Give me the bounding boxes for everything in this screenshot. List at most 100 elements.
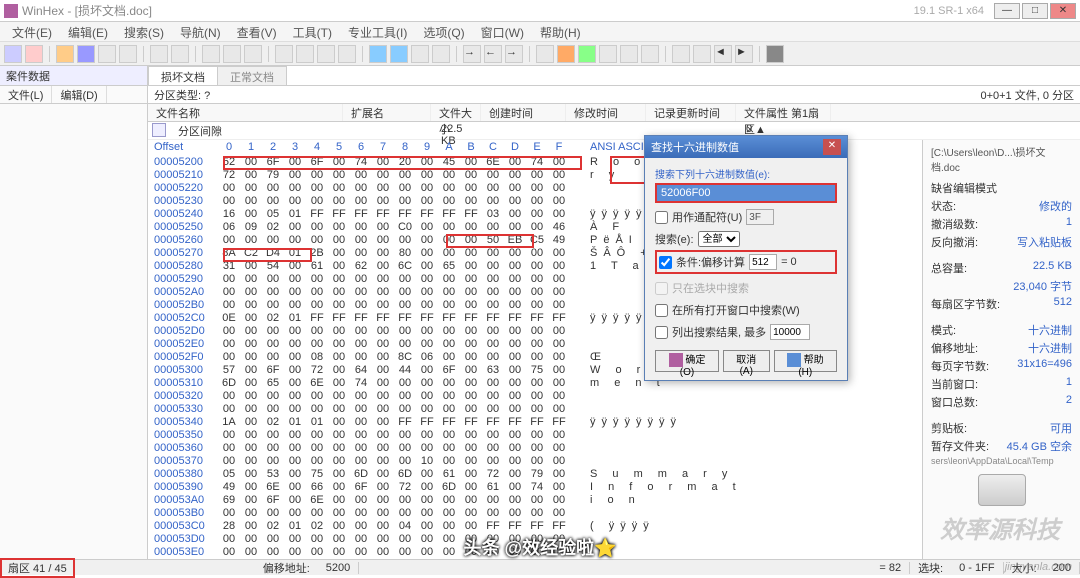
wildcard-checkbox[interactable]: [655, 211, 668, 224]
wildcard-value[interactable]: [746, 209, 774, 225]
info-bpp: 31x16=496: [1017, 358, 1072, 374]
col-name[interactable]: 文件名称: [148, 104, 343, 121]
tool-icon[interactable]: [693, 45, 711, 63]
tool-icon[interactable]: [296, 45, 314, 63]
menu-tools[interactable]: 工具(T): [285, 22, 340, 41]
search-icon[interactable]: [641, 45, 659, 63]
tool-icon[interactable]: [411, 45, 429, 63]
saveas-icon[interactable]: [98, 45, 116, 63]
tab-normal[interactable]: 正常文档: [217, 66, 287, 85]
info-panel: [C:\Users\leon\D...\损坏文档.doc 缺省编辑模式 状态:修…: [922, 140, 1080, 559]
hex-row[interactable]: 000053C0280002010200000004000000FFFFFFFF…: [148, 520, 807, 533]
cancel-button[interactable]: 取消(A): [723, 350, 770, 372]
selection-only-checkbox[interactable]: [655, 282, 668, 295]
gear-icon[interactable]: [599, 45, 617, 63]
tool-icon[interactable]: [171, 45, 189, 63]
search-scope-select[interactable]: 全部: [698, 231, 740, 247]
find-icon[interactable]: [369, 45, 387, 63]
fwd-icon[interactable]: →: [505, 45, 523, 63]
cut-icon[interactable]: [244, 45, 262, 63]
tool-icon[interactable]: [25, 45, 43, 63]
col-modified[interactable]: 修改时间: [566, 104, 646, 121]
hex-row[interactable]: 0000537000000000000000000010000000000000: [148, 455, 807, 468]
partition-type: 分区类型: ?: [154, 87, 210, 102]
tool-icon[interactable]: [150, 45, 168, 63]
menu-nav[interactable]: 导航(N): [172, 22, 229, 41]
window-title: WinHex - [损坏文档.doc]: [22, 2, 152, 19]
paste-icon[interactable]: [223, 45, 241, 63]
toolbar: → ← → ◄ ►: [0, 42, 1080, 66]
help-button[interactable]: 帮助(H): [774, 350, 837, 372]
drive-icon: [978, 474, 1026, 506]
menu-view[interactable]: 查看(V): [229, 22, 285, 41]
menu-edit[interactable]: 编辑(E): [60, 22, 116, 41]
menu-search[interactable]: 搜索(S): [116, 22, 172, 41]
save-icon[interactable]: [77, 45, 95, 63]
file-row[interactable]: 分区间隙 22.5 KB 0: [148, 122, 1080, 140]
hex-row[interactable]: 000053800500530075006D006D00610072007900…: [148, 468, 807, 481]
tool-icon[interactable]: [4, 45, 22, 63]
col-size[interactable]: 文件大小: [431, 104, 481, 121]
arrow-icon[interactable]: →: [463, 45, 481, 63]
tool-icon[interactable]: [432, 45, 450, 63]
tool-icon[interactable]: [317, 45, 335, 63]
tool-icon[interactable]: [766, 45, 784, 63]
menu-pro-tools[interactable]: 专业工具(I): [340, 22, 415, 41]
menu-options[interactable]: 选项(Q): [415, 22, 472, 41]
condition-checkbox[interactable]: [659, 256, 672, 269]
hex-row[interactable]: 0000536000000000000000000000000000000000: [148, 442, 807, 455]
hex-row[interactable]: 000053401A00020101000000FFFFFFFFFFFFFFFF…: [148, 416, 807, 429]
maximize-button[interactable]: □: [1022, 3, 1048, 19]
status-bar: 扇区 41 / 45 偏移地址: 5200 = 82 选块: 0 - 1FF 大…: [0, 559, 1080, 575]
print-icon[interactable]: [119, 45, 137, 63]
hex-view[interactable]: Offset0123456789ABCDEFANSI ASCII 0000520…: [148, 140, 1080, 559]
minimize-button[interactable]: ―: [994, 3, 1020, 19]
hex-row[interactable]: 0000532000000000000000000000000000000000: [148, 390, 807, 403]
hex-row[interactable]: 0000533000000000000000000000000000000000: [148, 403, 807, 416]
menu-file[interactable]: 文件(E): [4, 22, 60, 41]
back-icon[interactable]: ←: [484, 45, 502, 63]
tool-icon[interactable]: [338, 45, 356, 63]
disk-icon[interactable]: [620, 45, 638, 63]
menu-window[interactable]: 窗口(W): [473, 22, 532, 41]
find-hex-icon[interactable]: [390, 45, 408, 63]
hex-row[interactable]: 0000539049006E0066006F0072006D0061007400…: [148, 481, 807, 494]
cond-mod-input[interactable]: [749, 254, 777, 270]
info-state: 修改的: [1039, 198, 1072, 214]
sidebar-tab-edit[interactable]: 编辑(D): [52, 86, 106, 103]
col-created[interactable]: 创建时间: [481, 104, 566, 121]
close-button[interactable]: ✕: [1050, 3, 1076, 19]
info-bps: 512: [1054, 296, 1072, 312]
all-windows-checkbox[interactable]: [655, 304, 668, 317]
col-attr[interactable]: 文件属性 第1扇区▲: [736, 104, 831, 121]
info-undo: 1: [1066, 216, 1072, 232]
col-record[interactable]: 记录更新时间: [646, 104, 736, 121]
tool-icon[interactable]: [275, 45, 293, 63]
tool-icon[interactable]: [672, 45, 690, 63]
copy-icon[interactable]: [202, 45, 220, 63]
ok-button[interactable]: 确定(O): [655, 350, 719, 372]
app-icon: [4, 4, 18, 18]
col-ext[interactable]: 扩展名: [343, 104, 431, 121]
dialog-close-button[interactable]: ✕: [823, 139, 841, 155]
tool-icon[interactable]: [557, 45, 575, 63]
hex-row[interactable]: 000053B000000000000000000000000000000000: [148, 507, 807, 520]
menubar: 文件(E) 编辑(E) 搜索(S) 导航(N) 查看(V) 工具(T) 专业工具…: [0, 22, 1080, 42]
info-capacity-bytes: 23,040 字节: [1013, 278, 1072, 294]
hex-row[interactable]: 000053A069006F006E0000000000000000000000…: [148, 494, 807, 507]
arrow-right-icon[interactable]: ►: [735, 45, 753, 63]
hex-row[interactable]: 0000535000000000000000000000000000000000: [148, 429, 807, 442]
sidebar-tab-file[interactable]: 文件(L): [0, 86, 52, 103]
list-max-input[interactable]: [770, 324, 810, 340]
list-results-checkbox[interactable]: [655, 326, 668, 339]
arrow-left-icon[interactable]: ◄: [714, 45, 732, 63]
search-value-label: 搜索下列十六进制数值(e):: [655, 166, 837, 181]
tool-icon[interactable]: [536, 45, 554, 63]
open-icon[interactable]: [56, 45, 74, 63]
tab-damaged[interactable]: 损坏文档: [148, 66, 218, 85]
search-value-input[interactable]: [655, 183, 837, 203]
sidebar-header: 案件数据: [0, 66, 147, 86]
doc-tabs: 损坏文档 正常文档: [148, 66, 1080, 86]
tool-icon[interactable]: [578, 45, 596, 63]
menu-help[interactable]: 帮助(H): [532, 22, 589, 41]
